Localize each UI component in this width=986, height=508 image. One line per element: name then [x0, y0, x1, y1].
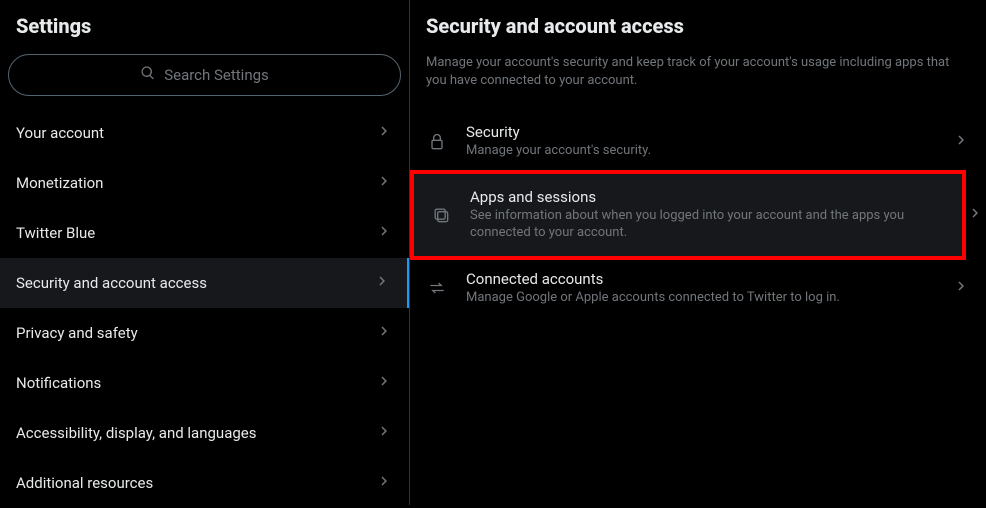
sidebar-item-twitter-blue[interactable]: Twitter Blue: [0, 208, 409, 258]
sidebar-item-security-and-account-access[interactable]: Security and account access: [0, 258, 409, 308]
chevron-right-icon: [375, 372, 393, 394]
sidebar-item-notifications[interactable]: Notifications: [0, 358, 409, 408]
option-body: Apps and sessions See information about …: [470, 188, 946, 242]
chevron-right-icon: [373, 272, 391, 294]
chevron-right-icon: [375, 222, 393, 244]
main-panel: Security and account access Manage your …: [410, 0, 986, 505]
option-subtitle: See information about when you logged in…: [470, 208, 946, 242]
chevron-right-icon: [375, 422, 393, 444]
page-title: Security and account access: [410, 0, 986, 50]
search-icon: [140, 65, 156, 85]
sidebar-item-label: Accessibility, display, and languages: [16, 424, 256, 442]
sidebar-item-additional-resources[interactable]: Additional resources: [0, 458, 409, 508]
options-list: Security Manage your account's security.…: [410, 109, 986, 321]
sidebar-item-your-account[interactable]: Your account: [0, 108, 409, 158]
sidebar-item-label: Notifications: [16, 374, 101, 392]
option-subtitle: Manage your account's security.: [466, 143, 934, 160]
swap-icon: [426, 278, 448, 298]
chevron-right-icon: [375, 172, 393, 194]
option-body: Security Manage your account's security.: [466, 123, 934, 160]
sidebar-item-label: Twitter Blue: [16, 224, 95, 242]
sidebar-item-label: Monetization: [16, 174, 103, 192]
option-apps-and-sessions[interactable]: Apps and sessions See information about …: [410, 170, 966, 260]
page-description: Manage your account's security and keep …: [410, 50, 986, 109]
sidebar-item-label: Privacy and safety: [16, 324, 138, 342]
sidebar-item-label: Security and account access: [16, 274, 207, 292]
option-subtitle: Manage Google or Apple accounts connecte…: [466, 290, 934, 307]
option-title: Connected accounts: [466, 270, 934, 288]
chevron-right-icon: [966, 204, 984, 226]
sidebar-item-accessibility-display-languages[interactable]: Accessibility, display, and languages: [0, 408, 409, 458]
option-title: Apps and sessions: [470, 188, 946, 206]
chevron-right-icon: [375, 122, 393, 144]
search-wrapper: Search Settings: [0, 54, 409, 108]
chevron-right-icon: [952, 277, 970, 299]
search-placeholder: Search Settings: [164, 66, 269, 84]
option-security[interactable]: Security Manage your account's security.: [410, 109, 986, 174]
sidebar-nav-list: Your account Monetization Twitter Blue S…: [0, 108, 409, 508]
apps-icon: [430, 205, 452, 225]
option-connected-accounts[interactable]: Connected accounts Manage Google or Appl…: [410, 256, 986, 321]
chevron-right-icon: [375, 472, 393, 494]
chevron-right-icon: [952, 131, 970, 153]
settings-sidebar: Settings Search Settings Your account Mo…: [0, 0, 410, 505]
sidebar-item-privacy-and-safety[interactable]: Privacy and safety: [0, 308, 409, 358]
option-body: Connected accounts Manage Google or Appl…: [466, 270, 934, 307]
lock-icon: [426, 132, 448, 152]
sidebar-item-monetization[interactable]: Monetization: [0, 158, 409, 208]
search-settings-input[interactable]: Search Settings: [8, 54, 401, 96]
sidebar-item-label: Your account: [16, 124, 104, 142]
sidebar-item-label: Additional resources: [16, 474, 153, 492]
chevron-right-icon: [375, 322, 393, 344]
sidebar-title: Settings: [0, 0, 409, 54]
option-title: Security: [466, 123, 934, 141]
